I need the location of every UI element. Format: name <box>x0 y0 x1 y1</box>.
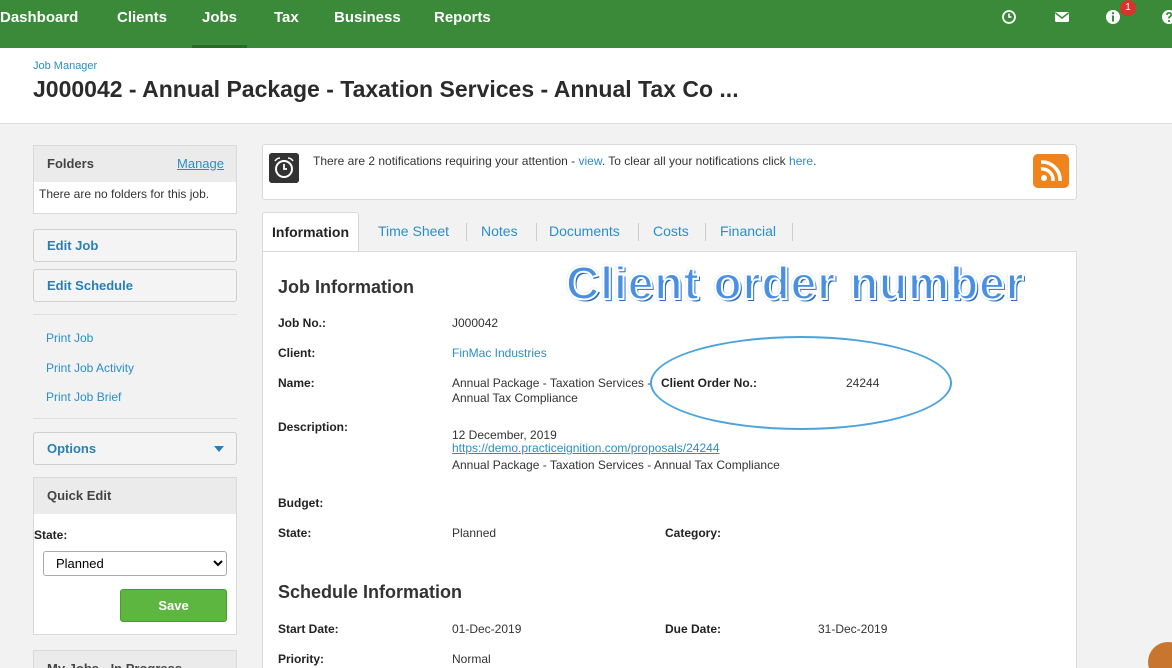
description-date: 12 December, 2019 <box>452 428 557 442</box>
priority-value: Normal <box>452 652 491 666</box>
notification-badge: 1 <box>1120 0 1136 16</box>
job-no-value: J000042 <box>452 316 499 330</box>
nav-business[interactable]: Business <box>334 0 401 48</box>
name-label: Name: <box>278 376 315 390</box>
job-information-heading: Job Information <box>278 277 414 297</box>
description-label: Description: <box>278 420 349 434</box>
schedule-information-heading: Schedule Information <box>278 582 463 602</box>
options-label: Options <box>47 441 97 456</box>
edit-job-button[interactable]: Edit Job <box>33 229 237 262</box>
options-dropdown[interactable]: Options <box>33 432 237 465</box>
tab-divider <box>466 223 467 241</box>
notification-middle: . To clear all your notifications click <box>601 154 790 168</box>
chevron-down-icon <box>214 446 224 452</box>
description-link-wrap: https://demo.practiceignition.com/propos… <box>452 441 720 455</box>
job-tabs: Information Time Sheet Notes Documents C… <box>262 212 1077 252</box>
folders-panel: Folders Manage There are no folders for … <box>33 145 237 214</box>
top-nav: Dashboard Clients Jobs Tax Business Repo… <box>0 0 1172 48</box>
clock-icon[interactable] <box>1000 8 1018 26</box>
description-link[interactable]: https://demo.practiceignition.com/propos… <box>452 441 720 455</box>
page-header: Job Manager J000042 - Annual Package - T… <box>0 48 1172 124</box>
quick-edit-header: Quick Edit <box>34 478 236 514</box>
due-date-label: Due Date: <box>665 622 722 636</box>
priority-label: Priority: <box>278 652 325 666</box>
sidebar-divider <box>33 314 237 315</box>
budget-label: Budget: <box>278 496 324 510</box>
notification-bar: There are 2 notifications requiring your… <box>262 144 1077 200</box>
description-text: Annual Package - Taxation Services - Ann… <box>452 458 780 472</box>
my-jobs-header: My Jobs - In Progress <box>34 651 236 668</box>
name-value-line2: Annual Tax Compliance <box>452 391 578 405</box>
state-label: State: <box>34 528 68 542</box>
information-panel: Job Information Job No.: J000042 Client:… <box>262 251 1077 668</box>
info-icon[interactable] <box>1104 8 1122 26</box>
sidebar-divider <box>33 418 237 419</box>
state-select[interactable]: Planned <box>43 551 227 576</box>
tab-divider <box>638 223 639 241</box>
folders-title: Folders <box>47 156 94 171</box>
print-job-link[interactable]: Print Job <box>46 331 93 345</box>
nav-reports[interactable]: Reports <box>434 0 491 48</box>
tab-notes[interactable]: Notes <box>481 212 518 252</box>
annotation-highlight-ellipse <box>650 336 952 430</box>
folders-empty-text: There are no folders for this job. <box>39 187 210 201</box>
name-value-line1: Annual Package - Taxation Services - <box>452 376 652 390</box>
save-button[interactable]: Save <box>120 589 227 622</box>
client-link[interactable]: FinMac Industries <box>452 346 547 360</box>
tab-divider <box>536 223 537 241</box>
start-date-value: 01-Dec-2019 <box>452 622 522 636</box>
tab-divider <box>705 223 706 241</box>
help-icon[interactable] <box>1160 8 1172 26</box>
folders-header: Folders Manage <box>34 146 236 182</box>
edit-schedule-button[interactable]: Edit Schedule <box>33 269 237 302</box>
notification-here-link[interactable]: here <box>789 154 813 168</box>
chat-launcher-icon[interactable] <box>1148 642 1172 668</box>
tab-divider <box>792 223 793 241</box>
notification-view-link[interactable]: view <box>578 154 601 168</box>
annotation-caption: Client order number <box>565 256 1025 310</box>
start-date-label: Start Date: <box>278 622 339 636</box>
nav-dashboard[interactable]: Dashboard <box>0 0 78 48</box>
job-no-label: Job No.: <box>278 316 326 330</box>
category-label: Category: <box>665 526 722 540</box>
state-info-label: State: <box>278 526 312 540</box>
nav-tax[interactable]: Tax <box>274 0 299 48</box>
alarm-clock-icon <box>269 153 299 183</box>
client-label: Client: <box>278 346 316 360</box>
breadcrumb[interactable]: Job Manager <box>33 60 97 72</box>
tab-information[interactable]: Information <box>262 212 359 252</box>
my-jobs-panel: My Jobs - In Progress <box>33 650 237 668</box>
notification-prefix: There are 2 notifications requiring your… <box>313 154 579 168</box>
tab-time-sheet[interactable]: Time Sheet <box>378 212 449 252</box>
page-title: J000042 - Annual Package - Taxation Serv… <box>33 76 739 102</box>
print-job-activity-link[interactable]: Print Job Activity <box>46 361 134 375</box>
print-job-brief-link[interactable]: Print Job Brief <box>46 390 121 404</box>
tab-costs[interactable]: Costs <box>653 212 689 252</box>
tab-financial[interactable]: Financial <box>720 212 776 252</box>
folders-manage-link[interactable]: Manage <box>177 146 224 182</box>
state-info-value: Planned <box>452 526 497 540</box>
tab-documents[interactable]: Documents <box>549 212 620 252</box>
nav-clients[interactable]: Clients <box>117 0 167 48</box>
rss-icon[interactable] <box>1033 154 1069 188</box>
notification-text: There are 2 notifications requiring your… <box>313 154 816 168</box>
mail-icon[interactable] <box>1053 8 1071 26</box>
nav-jobs[interactable]: Jobs <box>191 0 248 48</box>
due-date-value: 31-Dec-2019 <box>818 622 888 636</box>
notification-suffix: . <box>813 154 817 168</box>
